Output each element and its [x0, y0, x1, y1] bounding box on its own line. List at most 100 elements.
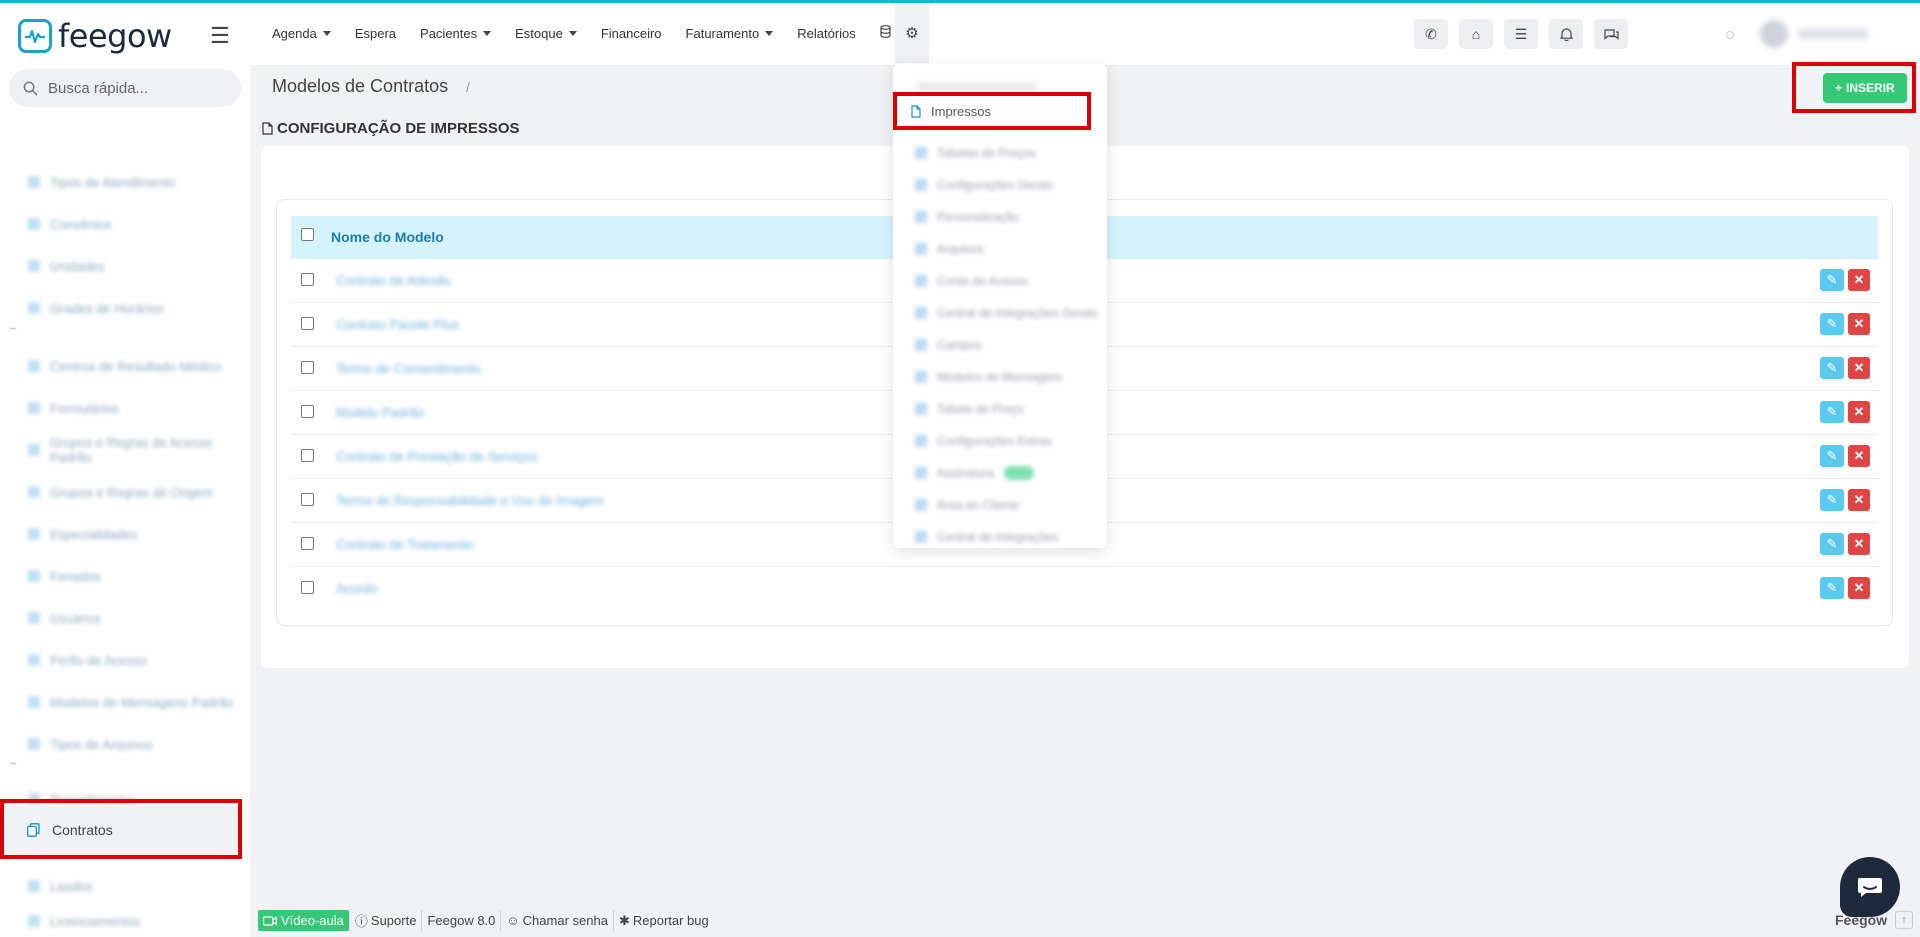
sidebar-item-blurred[interactable]: Tipos de Atendimento — [28, 172, 175, 192]
settings-tab[interactable]: ⚙ — [895, 3, 929, 63]
edit-button[interactable]: ✎ — [1820, 445, 1844, 467]
tasks-button[interactable]: ☰ — [1504, 19, 1538, 49]
sidebar-item-contratos[interactable]: Contratos — [5, 806, 238, 854]
sidebar-item-blurred[interactable]: Formulários — [28, 398, 119, 418]
close-icon: ✕ — [1853, 580, 1865, 595]
top-actions: ✆ ⌂ ☰ — [1414, 19, 1628, 49]
edit-button[interactable]: ✎ — [1820, 313, 1844, 335]
edit-button[interactable]: ✎ — [1820, 269, 1844, 291]
menu-item-blurred[interactable]: Área do Cliente — [915, 498, 1020, 512]
model-name-link[interactable]: Contrato de Prestação de Serviços — [336, 449, 538, 464]
nav-espera[interactable]: Espera — [355, 26, 396, 41]
section-title: CONFIGURAÇÃO DE IMPRESSOS — [262, 120, 520, 137]
delete-button[interactable]: ✕ — [1848, 357, 1870, 379]
menu-item-blurred[interactable]: Central de Integrações Gerais — [915, 306, 1097, 320]
menu-item-blurred[interactable]: Tabelas de Preços — [915, 146, 1036, 160]
model-name-link[interactable]: Termo de Consentimento — [336, 361, 481, 376]
sidebar-item-blurred[interactable]: Convênios — [28, 214, 111, 234]
menu-toggle-icon[interactable]: ☰ — [210, 23, 230, 49]
menu-item-blurred[interactable]: Tabela de Preço — [915, 402, 1024, 416]
row-checkbox[interactable] — [301, 581, 314, 594]
row-checkbox[interactable] — [301, 449, 314, 462]
model-name-link[interactable]: Contrato de Tratamento — [336, 537, 473, 552]
sidebar-item-blurred[interactable]: Centros de Resultado Médico — [28, 356, 221, 376]
nav-relatorios[interactable]: Relatórios — [797, 26, 856, 41]
sidebar-item-blurred[interactable]: Laudos — [28, 876, 93, 896]
sidebar-item-blurred[interactable]: Perfis de Acesso — [28, 650, 147, 670]
insert-button[interactable]: + INSERIR — [1823, 73, 1907, 103]
edit-button[interactable]: ✎ — [1820, 401, 1844, 423]
delete-button[interactable]: ✕ — [1848, 269, 1870, 291]
search-input[interactable] — [48, 79, 228, 97]
nav-label: Pacientes — [420, 25, 478, 41]
close-icon: ✕ — [1853, 404, 1865, 419]
sidebar-item-blurred[interactable]: Grades de Horários — [28, 298, 163, 318]
model-name-link[interactable]: Contrato de Adesão — [336, 273, 451, 288]
delete-button[interactable]: ✕ — [1848, 401, 1870, 423]
sidebar-item-blurred[interactable]: Especialidades — [28, 524, 137, 544]
sidebar-item-blurred[interactable]: Licenciamentos — [28, 911, 140, 931]
nav-estoque[interactable]: Estoque — [515, 26, 577, 41]
nav-label: Relatórios — [797, 25, 856, 41]
sidebar-item-blurred[interactable]: Tipos de Arquivos — [28, 734, 153, 754]
delete-button[interactable]: ✕ — [1848, 533, 1870, 555]
edit-button[interactable]: ✎ — [1820, 489, 1844, 511]
sidebar-item-blurred[interactable]: Usuários — [28, 608, 101, 628]
delete-button[interactable]: ✕ — [1848, 445, 1870, 467]
row-checkbox[interactable] — [301, 493, 314, 506]
row-checkbox[interactable] — [301, 317, 314, 330]
menu-item-blurred[interactable]: Personalização — [915, 210, 1019, 224]
menu-item-impressos[interactable]: Impressos — [911, 104, 991, 119]
nav-agenda[interactable]: Agenda — [272, 26, 331, 41]
delete-button[interactable]: ✕ — [1848, 313, 1870, 335]
support-link[interactable]: ⓘ Suporte — [348, 910, 422, 931]
menu-item-blurred[interactable]: Modelos de Mensagem — [915, 370, 1062, 384]
chat-widget-button[interactable] — [1840, 857, 1900, 917]
delete-button[interactable]: ✕ — [1848, 489, 1870, 511]
edit-button[interactable]: ✎ — [1820, 533, 1844, 555]
nav-label: Espera — [354, 25, 397, 41]
row-checkbox[interactable] — [301, 405, 314, 418]
menu-item-blurred[interactable]: Campos — [915, 338, 982, 352]
model-name-link[interactable]: Contrato Pacote Plus — [336, 317, 459, 332]
inbox-button[interactable]: ⌂ — [1459, 19, 1493, 49]
menu-item-blurred[interactable]: Central de Integrações — [915, 530, 1058, 544]
phone-button[interactable]: ✆ — [1414, 19, 1448, 49]
row-checkbox[interactable] — [301, 361, 314, 374]
model-name-link[interactable]: Acordo — [336, 581, 377, 596]
menu-item-blurred[interactable]: Conta de Acesso — [915, 274, 1028, 288]
edit-button[interactable]: ✎ — [1820, 357, 1844, 379]
delete-button[interactable]: ✕ — [1848, 577, 1870, 599]
sidebar-item-blurred[interactable]: Grupos e Regras de Origem — [28, 482, 213, 502]
sidebar: feegow ☰ Tipos de Atendimento Convênios … — [0, 3, 250, 937]
chat-button[interactable] — [1594, 19, 1628, 49]
row-checkbox[interactable] — [301, 537, 314, 550]
sidebar-item-blurred[interactable]: Feriados — [28, 566, 101, 586]
menu-item-blurred[interactable]: Arquivos — [915, 242, 984, 256]
sidebar-item-blurred[interactable]: Modelos de Mensagens Padrão — [28, 692, 234, 712]
notifications-button[interactable] — [1549, 19, 1583, 49]
model-name-link[interactable]: Modelo Padrão — [336, 405, 424, 420]
report-bug-link[interactable]: ✱ Reportar bug — [612, 910, 714, 931]
menu-item-blurred[interactable]: Configurações Extras — [915, 434, 1052, 448]
nav-financeiro[interactable]: Financeiro — [601, 26, 662, 41]
select-all-checkbox[interactable] — [301, 228, 314, 241]
sidebar-item-blurred[interactable]: Grupos e Regras de Acesso Padrão — [28, 435, 250, 465]
database-icon[interactable] — [880, 25, 891, 41]
model-name-link[interactable]: Termo de Responsabilidade e Uso de Image… — [336, 493, 603, 508]
search-box[interactable] — [9, 69, 241, 107]
nav-faturamento[interactable]: Faturamento — [686, 26, 774, 41]
video-aula-button[interactable]: Vídeo-aula — [258, 910, 349, 931]
brand-logo[interactable]: feegow — [18, 17, 172, 55]
nav-pacientes[interactable]: Pacientes — [420, 25, 492, 41]
edit-button[interactable]: ✎ — [1820, 577, 1844, 599]
menu-item-blurred[interactable]: Configurações Gerais — [915, 178, 1053, 192]
user-menu[interactable] — [1760, 19, 1880, 49]
scroll-top-button[interactable]: ↑ — [1895, 911, 1913, 929]
call-ticket-link[interactable]: ☺ Chamar senha — [500, 910, 613, 931]
menu-item-blurred[interactable]: Assinatura — [915, 466, 1034, 480]
sidebar-item-blurred[interactable]: Unidades — [28, 256, 105, 276]
row-checkbox[interactable] — [301, 273, 314, 286]
bug-label: Reportar bug — [632, 913, 709, 928]
page-title: Modelos de Contratos — [272, 76, 449, 96]
